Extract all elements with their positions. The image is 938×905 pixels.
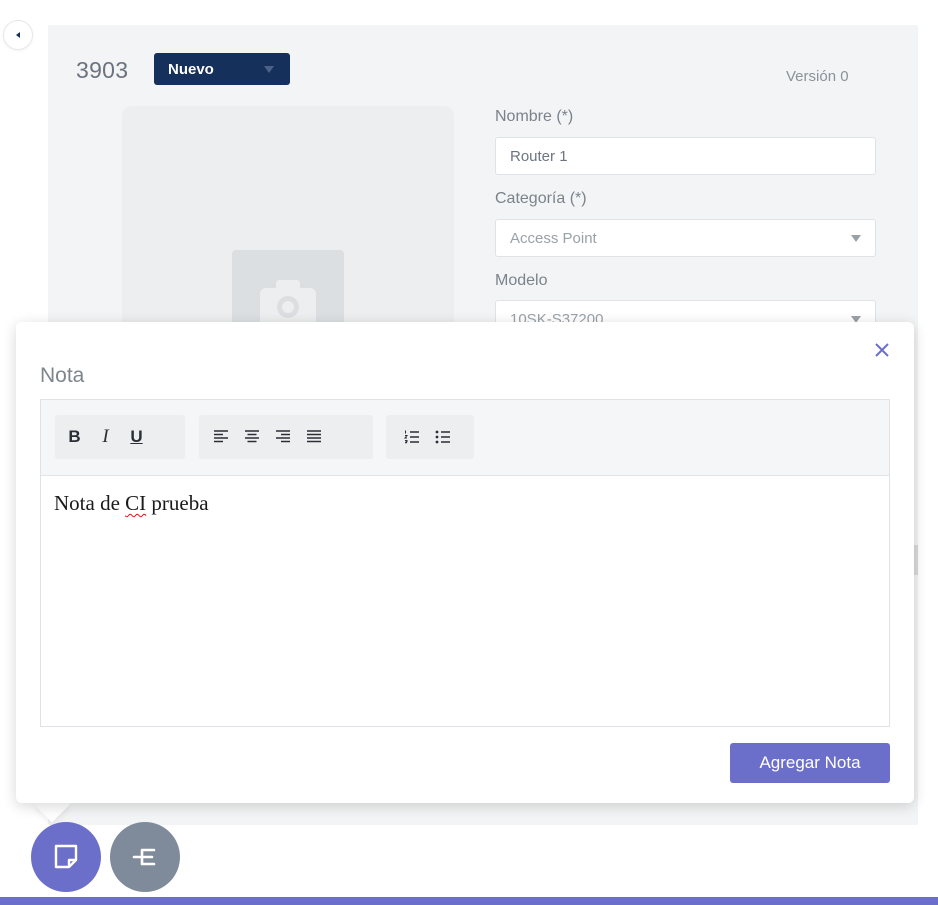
bold-button[interactable]: B bbox=[59, 415, 90, 459]
align-left-button[interactable] bbox=[205, 415, 236, 459]
align-right-icon bbox=[275, 430, 290, 443]
ci-id: 3903 bbox=[76, 57, 129, 83]
underline-button[interactable]: U bbox=[121, 415, 152, 459]
italic-button[interactable]: I bbox=[90, 415, 121, 459]
category-select[interactable]: Access Point bbox=[495, 219, 876, 257]
align-justify-icon bbox=[306, 430, 321, 443]
editor-toolbar: B I U bbox=[41, 400, 889, 476]
note-text-area[interactable]: Nota de CI prueba bbox=[41, 476, 889, 531]
align-left-icon bbox=[213, 430, 228, 443]
name-input[interactable]: Router 1 bbox=[495, 137, 876, 175]
close-button[interactable] bbox=[872, 340, 892, 360]
chevron-down-icon bbox=[851, 234, 861, 242]
ordered-list-icon bbox=[403, 430, 419, 444]
align-justify-button[interactable] bbox=[298, 415, 329, 459]
note-popup-title: Nota bbox=[40, 364, 85, 387]
note-text-after: prueba bbox=[146, 491, 209, 515]
category-label: Categoría (*) bbox=[495, 190, 587, 207]
unordered-list-icon bbox=[435, 430, 450, 444]
text-style-group: B I U bbox=[55, 415, 185, 459]
note-icon bbox=[54, 844, 78, 869]
relations-fab-button[interactable] bbox=[110, 822, 180, 892]
status-dropdown[interactable]: Nuevo bbox=[154, 53, 290, 85]
add-note-button[interactable]: Agregar Nota bbox=[730, 743, 890, 783]
note-text-misspelled: CI bbox=[125, 491, 147, 515]
ordered-list-button[interactable] bbox=[396, 415, 427, 459]
collapse-sidebar-button[interactable] bbox=[3, 20, 33, 50]
align-right-button[interactable] bbox=[267, 415, 298, 459]
name-value: Router 1 bbox=[510, 147, 568, 165]
chevron-down-icon bbox=[264, 65, 274, 73]
bottom-accent-bar bbox=[0, 897, 938, 905]
tree-icon bbox=[132, 848, 156, 866]
unordered-list-button[interactable] bbox=[427, 415, 458, 459]
note-editor: B I U Nota de CI prueba bbox=[40, 399, 890, 727]
alignment-group bbox=[199, 415, 373, 459]
note-text-before: Nota de bbox=[54, 491, 126, 515]
model-label: Modelo bbox=[495, 272, 548, 289]
note-fab-button[interactable] bbox=[31, 822, 101, 892]
close-icon bbox=[875, 343, 889, 357]
align-center-icon bbox=[244, 430, 259, 443]
version-label: Versión 0 bbox=[786, 68, 849, 85]
list-group bbox=[386, 415, 474, 459]
name-label: Nombre (*) bbox=[495, 108, 574, 125]
category-value: Access Point bbox=[510, 229, 597, 247]
status-label: Nuevo bbox=[168, 60, 214, 78]
chevron-left-icon bbox=[16, 32, 20, 38]
align-center-button[interactable] bbox=[236, 415, 267, 459]
